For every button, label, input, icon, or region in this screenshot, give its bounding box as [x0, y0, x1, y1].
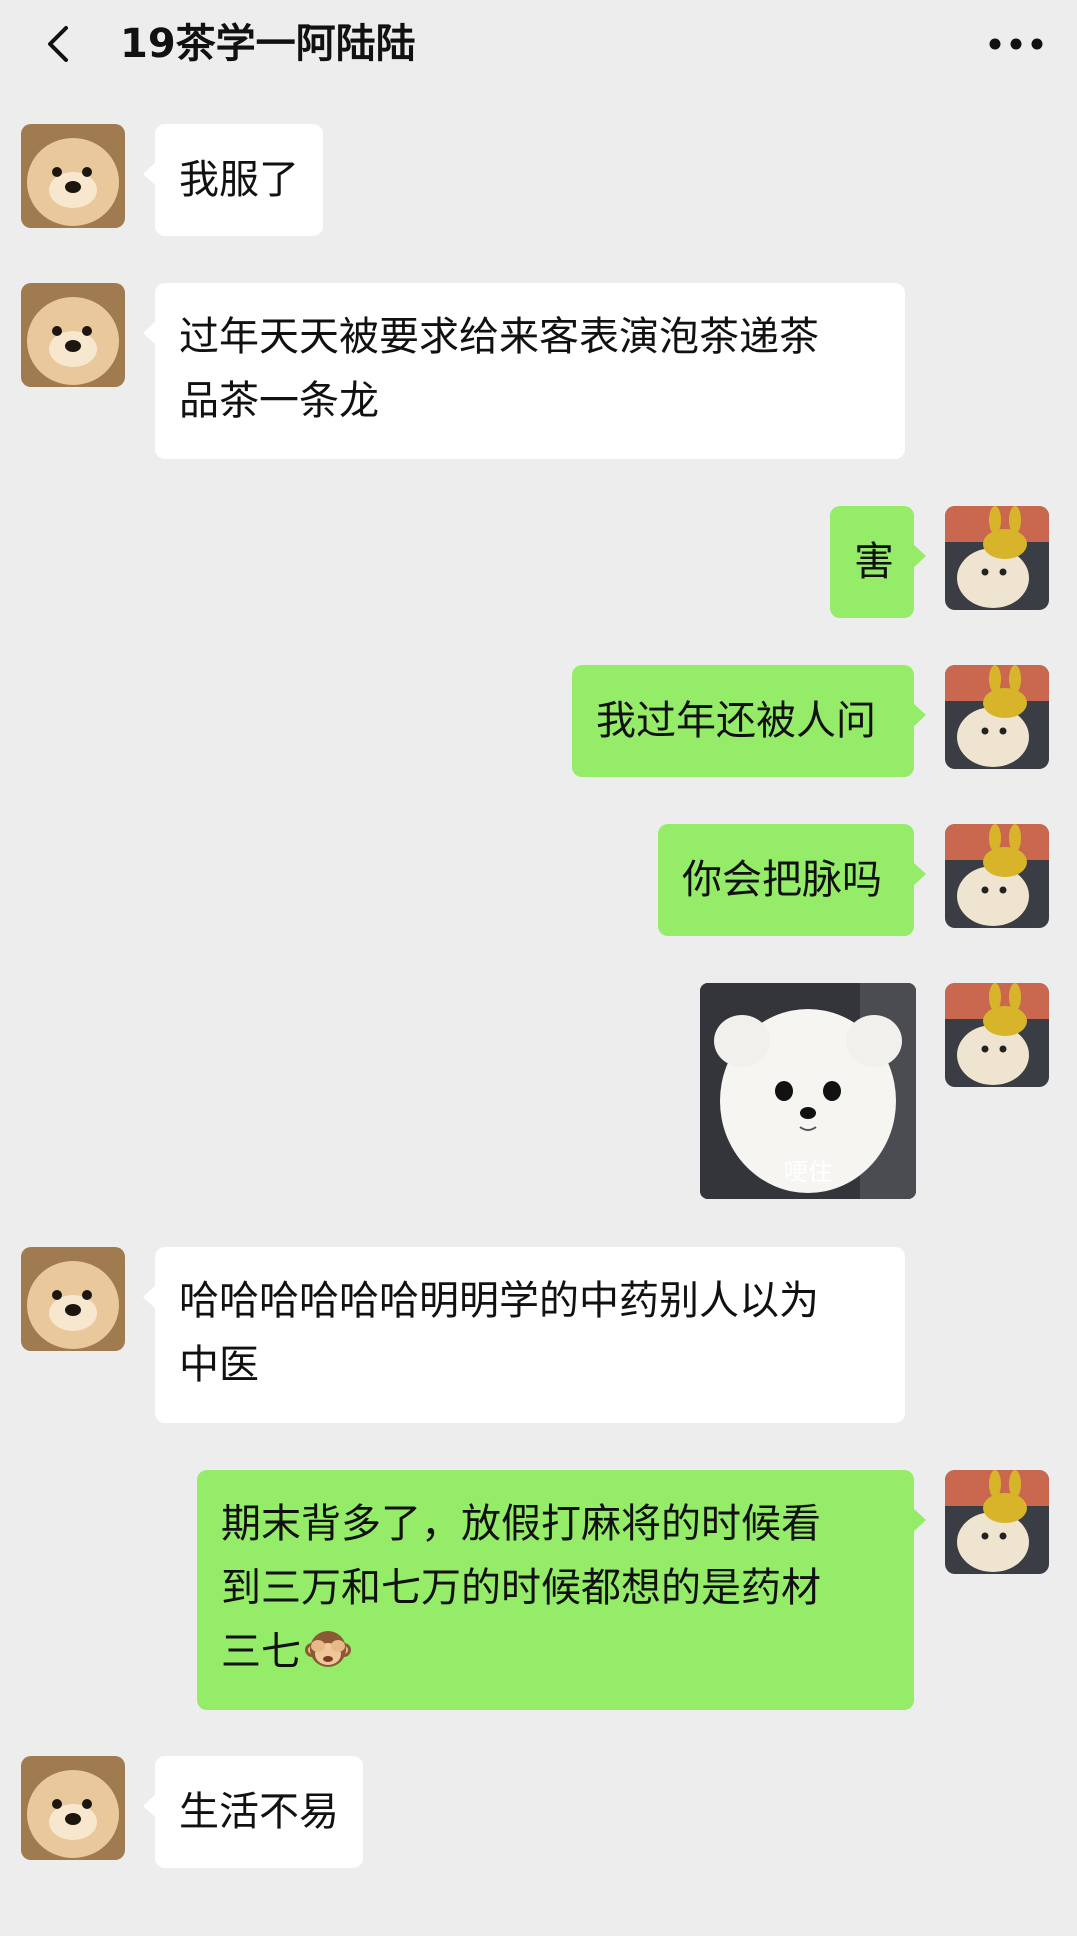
my-avatar[interactable] — [945, 665, 1049, 769]
chat-header: 19茶学一阿陆陆 — [0, 0, 1077, 88]
message-bubble-incoming[interactable]: 过年天天被要求给来客表演泡茶递茶 品茶一条龙 — [143, 283, 905, 459]
message-bubble-incoming[interactable]: 我服了 — [143, 124, 323, 236]
more-options-button[interactable] — [985, 22, 1047, 66]
message-bubble-incoming[interactable]: 哈哈哈哈哈哈明明学的中药别人以为 中医 — [143, 1247, 905, 1423]
puppy-avatar — [21, 124, 125, 228]
contact-avatar[interactable] — [21, 283, 125, 387]
my-avatar[interactable] — [945, 983, 1049, 1087]
puppy-avatar — [21, 1756, 125, 1860]
contact-avatar[interactable] — [21, 1247, 125, 1351]
message-bubble-incoming[interactable]: 生活不易 — [143, 1756, 363, 1868]
cat-with-bunny-hat-avatar — [945, 506, 1049, 610]
message-bubble-outgoing[interactable]: 期末背多了，放假打麻将的时候看 到三万和七万的时候都想的是药材 三七 — [197, 1470, 926, 1710]
contact-avatar[interactable] — [21, 1756, 125, 1860]
chat-title: 19茶学一阿陆陆 — [120, 21, 416, 67]
message-bubble-outgoing[interactable]: 害 — [830, 506, 926, 618]
sticker-caption: 哽住 — [784, 1158, 832, 1186]
cat-with-bunny-hat-avatar — [945, 1470, 1049, 1574]
chevron-left-icon — [48, 26, 68, 62]
see-no-evil-monkey-icon — [305, 1631, 351, 1667]
cat-with-bunny-hat-avatar — [945, 983, 1049, 1087]
puppy-avatar — [21, 1247, 125, 1351]
my-avatar[interactable] — [945, 1470, 1049, 1574]
my-avatar[interactable] — [945, 824, 1049, 928]
contact-avatar[interactable] — [21, 124, 125, 228]
sticker-message[interactable]: 哽住 — [700, 983, 916, 1199]
puppy-avatar — [21, 283, 125, 387]
cat-with-bunny-hat-avatar — [945, 665, 1049, 769]
my-avatar[interactable] — [945, 506, 1049, 610]
message-bubble-outgoing[interactable]: 我过年还被人问 — [572, 665, 926, 777]
cat-with-bunny-hat-avatar — [945, 824, 1049, 928]
more-dots-icon — [989, 38, 1043, 50]
message-bubble-outgoing[interactable]: 你会把脉吗 — [658, 824, 926, 936]
back-button[interactable] — [36, 20, 84, 68]
